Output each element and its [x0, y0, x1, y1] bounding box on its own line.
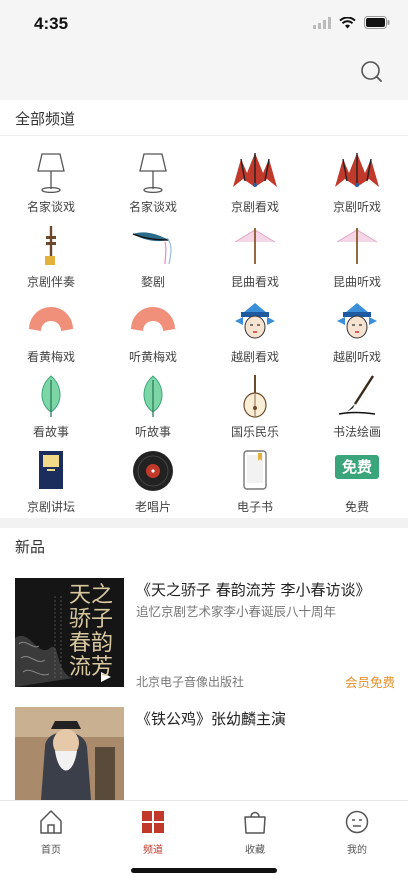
channel-item[interactable]: 免费 免费 [306, 441, 408, 515]
channel-item[interactable]: 国乐民乐 [204, 366, 306, 440]
book-icon [39, 451, 63, 489]
tab-home[interactable]: 首页 [0, 807, 102, 857]
channel-item[interactable]: 名家谈戏 [102, 141, 204, 215]
parasol-icon [336, 228, 378, 264]
channel-item[interactable]: 听黄梅戏 [102, 291, 204, 365]
search-button[interactable] [358, 58, 386, 86]
fan-icon [29, 307, 73, 331]
new-item-card[interactable]: 天之骄子 春韵流芳 《天之骄子 春韵流芳 李小春访谈》 追忆京剧艺术家李小春诞辰… [0, 578, 408, 690]
headdress-icon [132, 232, 172, 265]
channel-item[interactable]: 看黄梅戏 [0, 291, 102, 365]
channels-header-title: 全部频道 [15, 110, 76, 128]
channels-header: 全部频道 [0, 100, 408, 136]
channel-label: 看故事 [32, 425, 69, 439]
bag-icon [244, 811, 266, 834]
channel-item[interactable]: 京剧伴奏 [0, 216, 102, 290]
status-bar: 4:35 [0, 0, 408, 48]
ebook-icon [243, 450, 267, 490]
search-icon [361, 61, 382, 82]
channel-item[interactable]: 看故事 [0, 366, 102, 440]
channel-label: 老唱片 [134, 500, 171, 514]
pipa-icon [243, 375, 267, 418]
channel-item[interactable]: 昆曲看戏 [204, 216, 306, 290]
channel-label: 名家谈戏 [128, 200, 177, 214]
channel-label: 越剧看戏 [230, 350, 279, 364]
channel-label: 婺剧 [140, 275, 165, 289]
tab-label: 频道 [143, 845, 163, 856]
cover-thumbnail: 天之骄子 春韵流芳 [15, 578, 124, 687]
new-section-header: 新品 [0, 528, 408, 564]
channel-label: 听故事 [134, 425, 171, 439]
channel-label: 京剧讲坛 [26, 500, 75, 514]
channel-item[interactable]: 名家谈戏 [0, 141, 102, 215]
leaf-icon [41, 375, 61, 417]
grid-icon [142, 811, 164, 833]
lamp-icon [37, 153, 65, 193]
leaf-icon [143, 375, 163, 417]
vinyl-record-icon [133, 451, 173, 491]
nav-bar [0, 48, 408, 100]
channel-label: 免费 [344, 500, 369, 514]
opera-crown-icon [335, 153, 379, 187]
home-icon [40, 810, 62, 834]
tab-label: 首页 [41, 845, 61, 856]
channel-label: 京剧听戏 [332, 200, 381, 214]
fan-icon [131, 307, 175, 331]
channel-label: 书法绘画 [332, 425, 381, 439]
wifi-icon [339, 16, 356, 28]
channel-item[interactable]: 电子书 [204, 441, 306, 515]
channel-label: 京剧伴奏 [26, 275, 75, 289]
channel-label: 越剧听戏 [332, 350, 381, 364]
channel-label: 看黄梅戏 [26, 350, 75, 364]
new-item-card[interactable]: 《铁公鸡》张幼麟主演 [0, 707, 408, 800]
battery-icon [364, 16, 390, 29]
channel-label: 听黄梅戏 [128, 350, 177, 364]
channel-item[interactable]: 婺剧 [102, 216, 204, 290]
tab-profile[interactable]: 我的 [306, 807, 408, 857]
channel-item[interactable]: 老唱片 [102, 441, 204, 515]
status-icons [313, 16, 390, 29]
face-icon [345, 810, 369, 834]
item-title: 《天之骄子 春韵流芳 李小春访谈》 [136, 581, 371, 599]
lamp-icon [139, 153, 167, 193]
channel-item[interactable]: 越剧听戏 [306, 291, 408, 365]
channel-label: 昆曲看戏 [230, 275, 279, 289]
channel-item[interactable]: 京剧听戏 [306, 141, 408, 215]
home-indicator [131, 868, 277, 873]
channel-label: 国乐民乐 [230, 425, 279, 439]
tab-label: 我的 [347, 845, 367, 856]
section-divider [0, 518, 408, 528]
channel-item[interactable]: 京剧看戏 [204, 141, 306, 215]
status-time: 4:35 [34, 14, 69, 33]
channel-item[interactable]: 昆曲听戏 [306, 216, 408, 290]
cover-calligraphy: 天之骄子 春韵流芳 [69, 583, 114, 680]
opera-crown-icon [233, 153, 277, 187]
channel-item[interactable]: 越剧看戏 [204, 291, 306, 365]
item-subtitle: 追忆京剧艺术家李小春诞辰八十周年 [136, 604, 337, 619]
channel-item[interactable]: 书法绘画 [306, 366, 408, 440]
signal-icon [313, 16, 331, 29]
channel-item[interactable]: 听故事 [102, 366, 204, 440]
cover-art [15, 707, 124, 800]
channel-label: 名家谈戏 [26, 200, 75, 214]
tab-channels[interactable]: 频道 [102, 807, 204, 857]
member-free-badge: 会员免费 [344, 675, 395, 690]
channel-item[interactable]: 京剧讲坛 [0, 441, 102, 515]
channel-label: 京剧看戏 [230, 200, 279, 214]
parasol-icon [234, 228, 276, 264]
channel-label: 昆曲听戏 [332, 275, 381, 289]
opera-face-icon [235, 303, 275, 339]
tab-favorites[interactable]: 收藏 [204, 807, 306, 857]
brush-icon [338, 375, 376, 415]
item-title: 《铁公鸡》张幼麟主演 [136, 710, 287, 728]
cover-thumbnail [15, 707, 124, 800]
new-section-title: 新品 [15, 538, 46, 556]
opera-face-icon [337, 303, 377, 339]
jinghu-icon [45, 226, 56, 265]
free-badge-icon: 免费 [335, 455, 379, 479]
tab-label: 收藏 [245, 845, 265, 856]
channel-label: 电子书 [236, 500, 273, 514]
item-publisher: 北京电子音像出版社 [136, 675, 245, 689]
